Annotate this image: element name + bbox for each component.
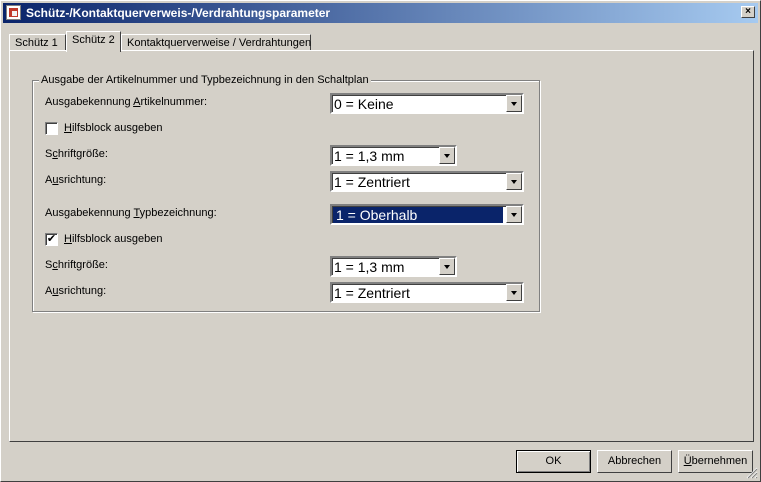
group-ausgabe: Ausgabe der Artikelnummer und Typbezeich…	[32, 74, 540, 312]
select-value: 0 = Keine	[334, 96, 394, 112]
chevron-down-icon[interactable]	[439, 258, 455, 275]
select-value: 1 = Oberhalb	[333, 207, 503, 223]
title-bar[interactable]: Schütz-/Kontaktquerverweis-/Verdrahtungs…	[3, 3, 758, 23]
resize-grip-icon[interactable]	[746, 467, 758, 479]
chevron-down-icon[interactable]	[439, 147, 455, 164]
tab-schuetz-2[interactable]: Schütz 2	[66, 31, 121, 52]
chevron-down-icon[interactable]	[506, 173, 522, 190]
select-value: 1 = 1,3 mm	[334, 259, 405, 275]
select-schriftgroesse-artikel[interactable]: 1 = 1,3 mm	[330, 145, 457, 166]
chevron-down-icon[interactable]	[506, 284, 522, 301]
group-title: Ausgabe der Artikelnummer und Typbezeich…	[39, 74, 371, 86]
label-ausgabe-artikelnummer: Ausgabekennung Artikelnummer:	[45, 96, 208, 108]
dialog-window: Schütz-/Kontaktquerverweis-/Verdrahtungs…	[0, 0, 761, 482]
checkbox-hilfsblock-typ[interactable]: ✔	[45, 233, 58, 246]
checkbox-hilfsblock-artikel[interactable]	[45, 122, 58, 135]
select-ausgabe-artikelnummer[interactable]: 0 = Keine	[330, 93, 524, 114]
close-button[interactable]: ×	[741, 6, 755, 18]
select-value: 1 = 1,3 mm	[334, 148, 405, 164]
label-schriftgroesse-typ: Schriftgröße:	[45, 259, 108, 271]
apply-button[interactable]: Übernehmen	[678, 450, 753, 473]
app-icon	[6, 5, 21, 20]
label-hilfsblock-artikel[interactable]: Hilfsblock ausgeben	[64, 122, 162, 134]
ok-button[interactable]: OK	[516, 450, 591, 473]
select-ausrichtung-typ[interactable]: 1 = Zentriert	[330, 282, 524, 303]
check-icon: ✔	[46, 233, 57, 245]
close-icon: ×	[745, 6, 751, 17]
label-hilfsblock-typ[interactable]: Hilfsblock ausgeben	[64, 233, 162, 245]
select-value: 1 = Zentriert	[334, 285, 410, 301]
select-ausgabe-typbezeichnung[interactable]: 1 = Oberhalb	[330, 204, 524, 225]
label-ausgabe-typbezeichnung: Ausgabekennung Typbezeichnung:	[45, 207, 217, 219]
select-schriftgroesse-typ[interactable]: 1 = 1,3 mm	[330, 256, 457, 277]
chevron-down-icon[interactable]	[506, 206, 522, 223]
window-title: Schütz-/Kontaktquerverweis-/Verdrahtungs…	[26, 6, 331, 20]
label-schriftgroesse-artikel: Schriftgröße:	[45, 148, 108, 160]
tab-panel: Ausgabe der Artikelnummer und Typbezeich…	[9, 50, 754, 442]
select-ausrichtung-artikel[interactable]: 1 = Zentriert	[330, 171, 524, 192]
label-ausrichtung-typ: Ausrichtung:	[45, 285, 107, 297]
chevron-down-icon[interactable]	[506, 95, 522, 112]
cancel-button[interactable]: Abbrechen	[597, 450, 672, 473]
label-ausrichtung-artikel: Ausrichtung:	[45, 174, 107, 186]
select-value: 1 = Zentriert	[334, 174, 410, 190]
